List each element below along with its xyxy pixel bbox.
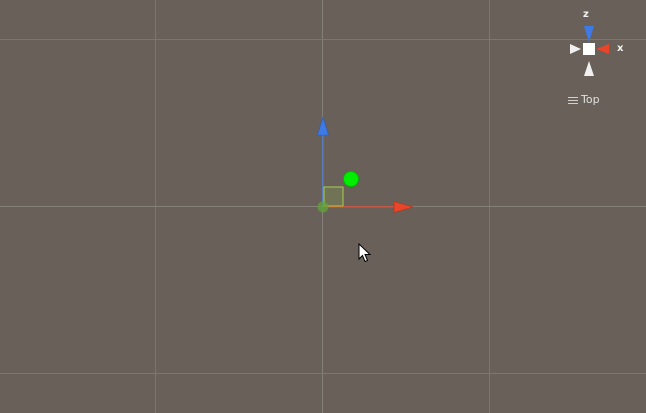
neg-z-axis-cone-icon[interactable] [584, 61, 594, 76]
transform-gizmo [317, 115, 415, 213]
y-axis-arrow-handle[interactable] [317, 115, 329, 136]
hamburger-menu-icon [568, 96, 578, 104]
scene-view[interactable]: z x Top [0, 0, 646, 413]
center-move-handle[interactable] [317, 201, 329, 213]
view-mode-toggle[interactable]: Top [568, 93, 600, 106]
neg-x-axis-cone-icon[interactable] [570, 44, 581, 54]
axis-z-label: z [583, 9, 589, 20]
orientation-center-cube-icon[interactable] [583, 43, 595, 55]
arrow-cursor-icon [358, 243, 372, 263]
view-mode-label: Top [581, 93, 600, 106]
selected-object-circle[interactable] [343, 171, 359, 187]
axis-x-label: x [617, 43, 624, 54]
orientation-cube[interactable] [556, 0, 646, 85]
z-axis-cone-icon[interactable] [584, 26, 594, 42]
x-axis-arrow-handle[interactable] [393, 201, 415, 213]
orientation-gizmo[interactable]: z x Top [556, 0, 646, 115]
x-axis-cone-icon[interactable] [596, 44, 609, 54]
